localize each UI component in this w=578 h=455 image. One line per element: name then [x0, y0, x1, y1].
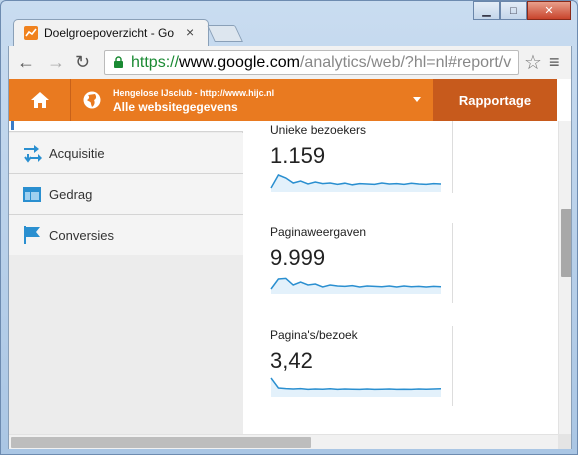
metric-value: 9.999	[270, 245, 326, 270]
sparkline-area	[271, 378, 441, 397]
page-content: Hengelose IJsclub - http://www.hijc.nl A…	[8, 79, 572, 449]
globe-icon	[83, 91, 101, 109]
behavior-layout-icon	[23, 187, 41, 202]
horizontal-scrollbar[interactable]	[9, 434, 558, 449]
minimize-button[interactable]: ▁	[473, 1, 500, 20]
metric-value: 1.159	[270, 143, 326, 168]
sidebar-empty-area	[9, 255, 243, 434]
divider	[452, 326, 453, 406]
sparkline-chart	[270, 377, 442, 397]
acquisition-arrows-icon	[24, 145, 42, 163]
url-path: /analytics/web/?hl=nl#report/v	[299, 54, 512, 71]
browser-tab[interactable]: Doelgroepoverzicht - Goo ×	[13, 19, 209, 46]
close-window-button[interactable]: ✕	[527, 1, 571, 20]
tab-title: Doelgroepoverzicht - Goo	[44, 26, 174, 40]
url-host: www.google.com	[179, 54, 300, 71]
url-text: https://www.google.com/analytics/web/?hl…	[131, 54, 511, 72]
address-bar[interactable]: https://www.google.com/analytics/web/?hl…	[104, 50, 519, 75]
browser-window: ▁ □ ✕ Doelgroepoverzicht - Goo × ← → ↻ h…	[0, 0, 578, 455]
bookmark-star-icon[interactable]: ☆	[524, 50, 542, 75]
account-name[interactable]: Hengelose IJsclub - http://www.hijc.nl	[113, 88, 274, 98]
report-button[interactable]: Rapportage	[433, 79, 557, 121]
metric-unique-visitors[interactable]: Unieke bezoekers 1.159	[270, 123, 450, 198]
sidebar-active-marker	[9, 121, 243, 132]
tab-close-icon[interactable]: ×	[186, 24, 194, 40]
report-sidebar: Acquisitie Gedrag Conversies	[9, 121, 243, 434]
url-scheme: https://	[131, 54, 180, 71]
sparkline-line	[270, 377, 442, 391]
reload-icon[interactable]: ↻	[75, 52, 90, 73]
metric-label: Unieke bezoekers	[270, 123, 367, 137]
divider	[452, 223, 453, 303]
metrics-panel: Unieke bezoekers 1.159 Paginaweergaven 9…	[246, 121, 556, 434]
metric-label: Pagina's/bezoek	[270, 328, 358, 342]
vertical-scroll-thumb[interactable]	[561, 209, 571, 277]
property-name[interactable]: Alle websitegegevens	[113, 100, 238, 114]
home-icon	[30, 92, 49, 108]
maximize-button[interactable]: □	[500, 1, 527, 20]
sidebar-item-conversions[interactable]: Conversies	[9, 215, 243, 256]
forward-arrow-icon[interactable]: →	[47, 52, 65, 73]
metric-pages-per-visit[interactable]: Pagina's/bezoek 3,42	[270, 328, 450, 403]
window-controls: ▁ □ ✕	[473, 1, 571, 21]
sparkline-chart	[270, 277, 442, 294]
conversion-flag-icon	[24, 226, 40, 244]
metric-pageviews[interactable]: Paginaweergaven 9.999	[270, 225, 450, 300]
metric-label: Paginaweergaven	[270, 225, 367, 239]
horizontal-scroll-thumb[interactable]	[11, 437, 311, 448]
browser-menu-icon[interactable]: ≡	[549, 52, 560, 73]
sidebar-item-label: Conversies	[49, 228, 115, 243]
back-arrow-icon[interactable]: ←	[17, 52, 35, 73]
sidebar-item-acquisition[interactable]: Acquisitie	[9, 133, 243, 174]
sparkline-chart	[270, 174, 442, 192]
browser-toolbar: ← → ↻ https://www.google.com/analytics/w…	[8, 46, 572, 79]
analytics-favicon-icon	[24, 26, 38, 40]
lock-icon	[114, 56, 123, 68]
sidebar-item-behavior[interactable]: Gedrag	[9, 174, 243, 215]
sidebar-item-label: Acquisitie	[49, 146, 105, 161]
scrollbar-corner	[558, 434, 571, 449]
new-tab-button[interactable]	[207, 25, 243, 42]
home-button[interactable]	[9, 79, 71, 121]
sidebar-item-label: Gedrag	[49, 187, 93, 202]
chevron-down-icon[interactable]	[413, 97, 421, 102]
vertical-scrollbar[interactable]	[558, 121, 571, 434]
metric-value: 3,42	[270, 348, 313, 373]
analytics-header: Hengelose IJsclub - http://www.hijc.nl A…	[9, 79, 557, 121]
divider	[452, 121, 453, 193]
